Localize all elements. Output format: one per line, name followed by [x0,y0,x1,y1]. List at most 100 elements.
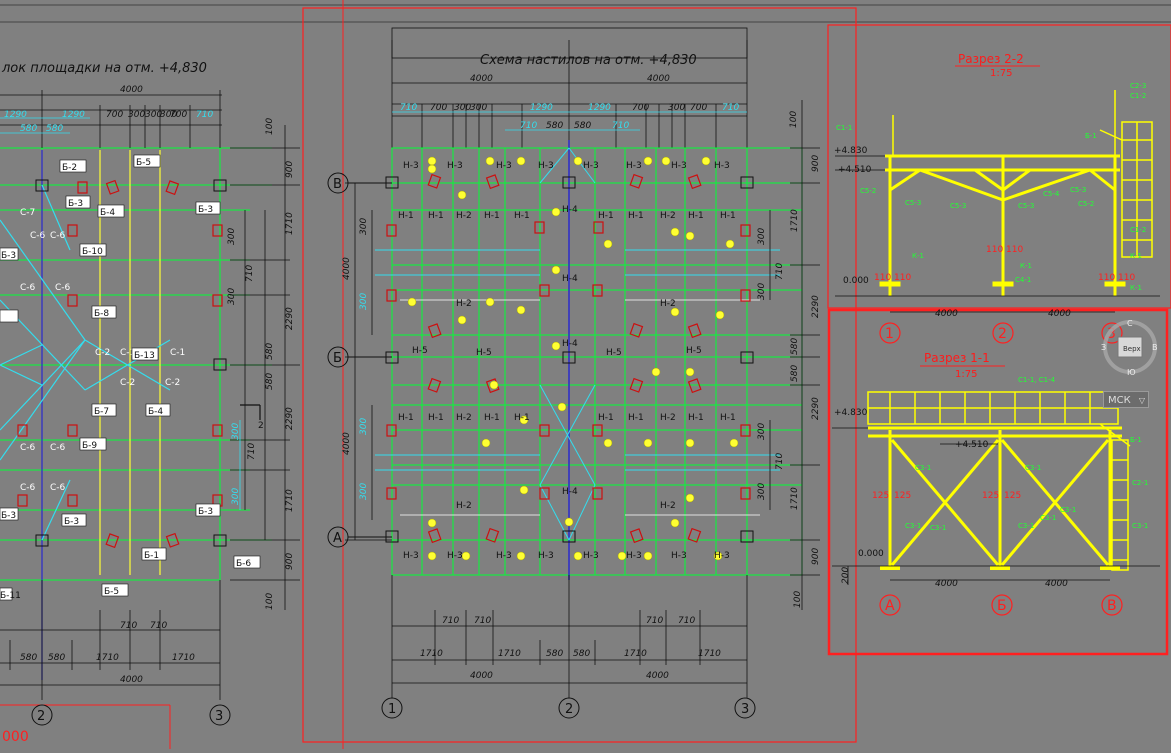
panel-label: Н-1 [398,413,414,423]
panel-label: Н-1 [598,211,614,221]
dim-text: 1290 [530,103,553,113]
dim-text: 710 [775,453,785,470]
dim-text: 710 [775,263,785,280]
panel-label: Н-5 [412,346,428,356]
svg-text:К-1: К-1 [912,252,924,260]
level-label: +4.830 [834,408,868,418]
panel-label: Н-3 [671,161,687,171]
dim-text: 700 [430,103,447,113]
dim-text: 1710 [698,649,721,659]
dim-text: 300 [757,483,767,500]
beam-label: Б-6 [236,559,251,569]
section-1-1-title: Разрез 1-1 [924,351,990,365]
beam-label: Б-2 [62,163,77,173]
ucs-menu-button[interactable]: МСК ▽ [1103,391,1149,408]
svg-text:С-6: С-6 [50,443,66,453]
dim-text: 2290 [285,407,295,430]
dim-text: 125 [872,491,889,501]
axis-label: Б [333,351,342,366]
dim-text: 1710 [498,649,521,659]
beam-label: Б-3 [198,507,213,517]
svg-text:С3-1: С3-1 [905,522,921,530]
dim-text: 580 [48,653,65,663]
beam-label: Б-3 [68,199,83,209]
dim-text: 300 [359,418,369,435]
svg-text:С-2: С-2 [120,378,135,388]
dim-text: 580 [574,121,591,131]
beam-label: Б-7 [94,407,109,417]
beam-label: Б-4 [100,208,115,218]
stamp-text: 000 [2,729,29,745]
panel-label: Н-1 [688,211,704,221]
dim-text: 900 [285,553,295,570]
panel-label: Н-2 [456,501,472,511]
dim-text: 4000 [646,671,669,681]
ucs-label: МСК [1108,395,1131,406]
svg-text:С5-3: С5-3 [905,199,921,207]
svg-text:С1-2: С1-2 [1130,226,1146,234]
dim-text: 710 [678,616,695,626]
dim-text: 710 [120,621,137,631]
dim-text: 580 [46,124,63,134]
beam-label: Б-3 [1,251,16,261]
dim-text: 900 [811,548,821,565]
axis-label: А [333,531,342,546]
viewcube[interactable]: Верх С Ю З В [1101,318,1159,377]
dim-text: 4000 [342,432,352,455]
cad-drawing-area[interactable]: лок площадки на отм. +4,830 С-7 С-6 С-6 … [0,0,1171,749]
dim-text: 710 [520,121,537,131]
svg-text:С3-1: С3-1 [930,524,946,532]
axis-label: В [1107,598,1117,614]
cad-canvas[interactable]: лок площадки на отм. +4,830 С-7С-6 С-6 С… [0,0,1171,749]
dim-text: 1290 [4,110,27,120]
panel-label: Н-3 [496,551,512,561]
panel-label: Н-3 [626,161,642,171]
dim-text: 1710 [285,489,295,512]
dim-text: 300 [359,483,369,500]
dim-text: 1710 [96,653,119,663]
panel-label: Н-1 [514,413,530,423]
compass-south: Ю [1127,368,1136,376]
panel-label: Н-1 [720,413,736,423]
axis-label: Б [997,598,1007,614]
beam-label: Б-1 [144,551,159,561]
panel-label: Н-1 [428,413,444,423]
dim-text: 4000 [935,579,958,589]
dim-text: 4000 [647,74,670,84]
dim-text: 100 [265,593,275,610]
svg-text:С-6: С-6 [20,483,36,493]
dim-text: 2290 [811,295,821,318]
dim-text: 300 [454,103,471,113]
dim-text: 710 [612,121,629,131]
dim-text: 710 [245,265,255,282]
dim-text: 125 [894,491,911,501]
panel-label: Н-3 [583,161,599,171]
dim-text: 4000 [1048,309,1071,319]
svg-text:С-6: С-6 [50,483,66,493]
panel-label: Н-5 [686,346,702,356]
svg-text:С3-1: С3-1 [1060,506,1076,514]
dim-text: 710 [247,443,257,460]
dim-text: 100 [265,118,275,135]
svg-text:С-2: С-2 [165,378,180,388]
svg-text:К-1: К-1 [1130,252,1142,260]
dim-text: 710 [400,103,417,113]
svg-text:С3-1: С3-1 [1025,464,1041,472]
section-2-2-title: Разрез 2-2 [958,52,1024,66]
dim-text: 710 [474,616,491,626]
svg-text:С3-1: С3-1 [915,464,931,472]
dim-text: 110 [1098,273,1115,283]
panel-label: Н-2 [456,413,472,423]
panel-label: Н-1 [720,211,736,221]
dim-text: 300 [227,228,237,245]
center-plan: Схема настилов на отм. +4,830 4000 4000 … [327,27,821,719]
dim-text: 300 [231,423,241,440]
panel-label: Н-3 [538,161,554,171]
dim-text: 110 [894,273,911,283]
axis-label: 1 [388,702,396,717]
dim-text: 580 [546,121,563,131]
dim-text: 100 [793,591,803,608]
svg-text:С5-3: С5-3 [950,202,966,210]
dim-text: 300 [359,218,369,235]
dim-text: 700 [690,103,707,113]
